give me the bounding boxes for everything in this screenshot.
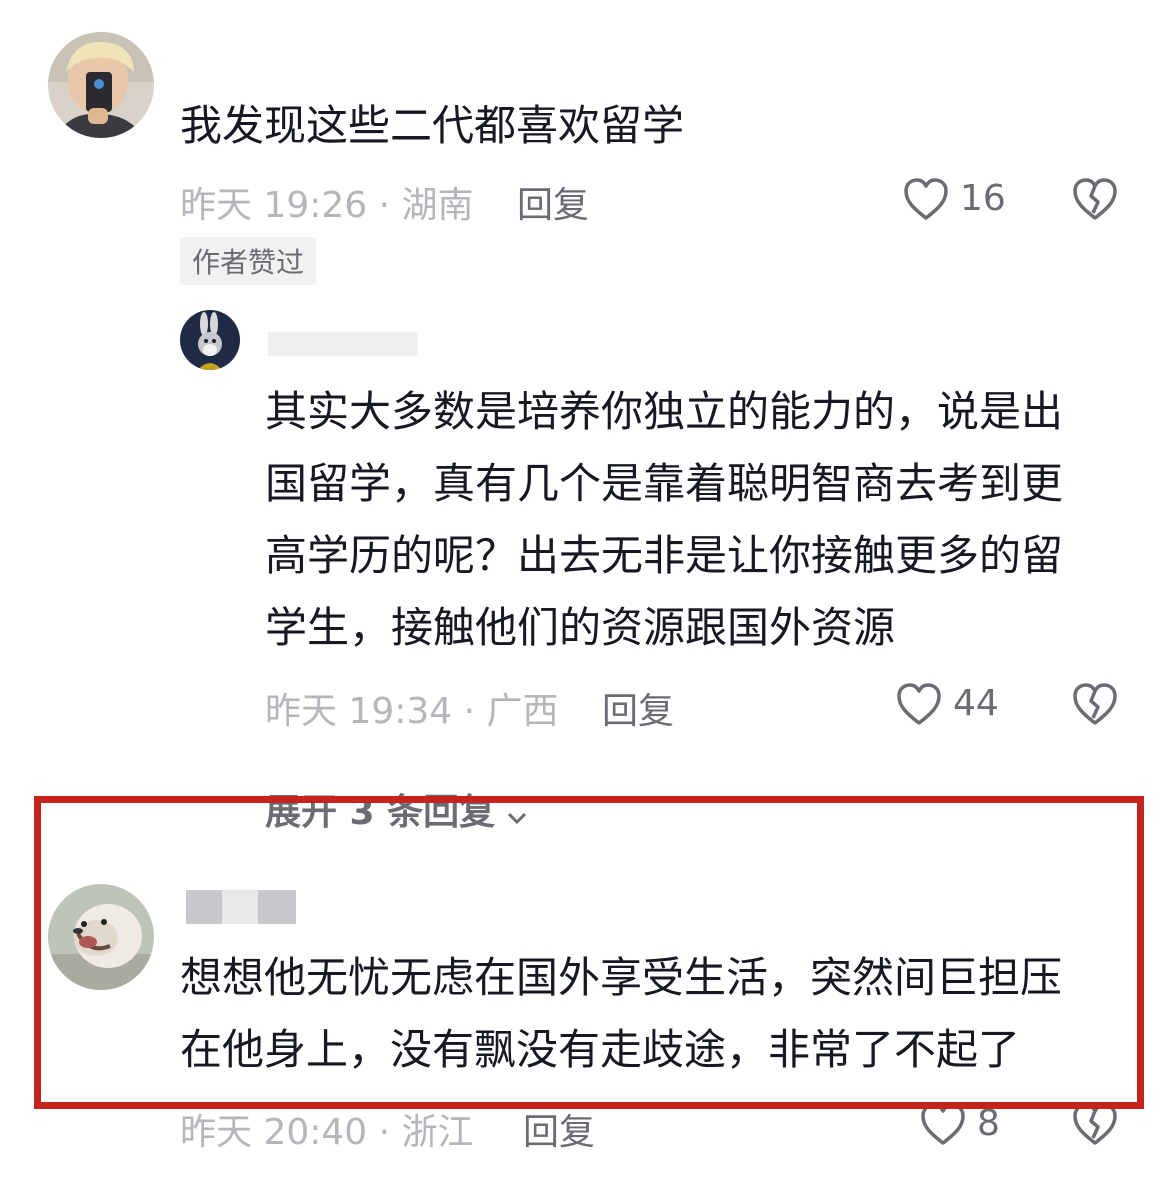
- highlight-box: [34, 796, 1144, 1109]
- avatar-bugs-bunny-image: [180, 310, 240, 370]
- comment-text-line: 学生，接触他们的资源跟国外资源: [265, 603, 896, 652]
- comment-text-line: 国留学，真有几个是靠着聪明智商去考到更: [265, 459, 1064, 508]
- author-liked-badge: 作者赞过: [180, 237, 317, 285]
- comment-text-line: 高学历的呢？出去无非是让你接触更多的留: [265, 531, 1064, 580]
- like-count: 44: [953, 683, 999, 724]
- comment-meta: 昨天 19:34 · 广西: [265, 691, 559, 732]
- broken-heart-icon[interactable]: [1072, 177, 1118, 221]
- avatar-young-man-phone-image: [48, 32, 154, 138]
- like-count: 8: [977, 1103, 1000, 1144]
- comment-text-line: 其实大多数是培养你独立的能力的，说是出: [265, 387, 1064, 436]
- reply-button[interactable]: 回复: [517, 176, 589, 228]
- heart-outline-icon[interactable]: [896, 682, 942, 726]
- commenter-avatar[interactable]: [48, 32, 154, 138]
- reply-button[interactable]: 回复: [523, 1103, 595, 1155]
- reply-button[interactable]: 回复: [602, 682, 674, 734]
- commenter-avatar[interactable]: [180, 310, 240, 370]
- comment-text: 我发现这些二代都喜欢留学: [180, 101, 685, 150]
- heart-outline-icon[interactable]: [903, 177, 949, 221]
- comment-meta: 昨天 19:26 · 湖南: [180, 185, 474, 226]
- comment-text: 其实大多数是培养你独立的能力的，说是出 国留学，真有几个是靠着聪明智商去考到更 …: [265, 376, 1063, 664]
- username-blurred: [268, 332, 418, 356]
- broken-heart-icon[interactable]: [1072, 682, 1118, 726]
- like-count: 16: [960, 178, 1006, 219]
- comment-meta: 昨天 20:40 · 浙江: [180, 1112, 474, 1153]
